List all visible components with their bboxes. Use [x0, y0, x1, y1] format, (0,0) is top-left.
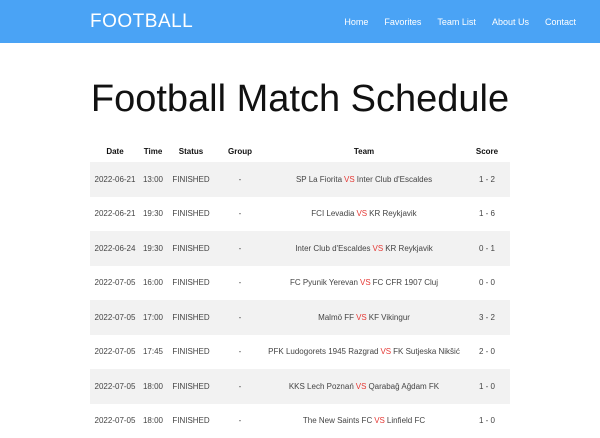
vs-label: VS: [374, 416, 385, 425]
away-team: Linfield FC: [387, 416, 425, 425]
match-status: FINISHED: [166, 162, 216, 197]
match-group: -: [216, 300, 264, 335]
header-date: Date: [90, 140, 140, 162]
match-teams: Inter Club d'EscaldesVSKR Reykjavik: [264, 231, 464, 266]
home-team: FCI Levadia: [311, 209, 354, 218]
table-row[interactable]: 2022-06-2113:00FINISHED-SP La FioritaVSI…: [90, 162, 510, 197]
match-teams: FCI LevadiaVSKR Reykjavik: [264, 197, 464, 232]
vs-label: VS: [344, 175, 355, 184]
vs-label: VS: [373, 244, 384, 253]
match-score: 1 - 0: [464, 369, 510, 404]
match-time: 16:00: [140, 266, 166, 301]
header-group: Group: [216, 140, 264, 162]
brand-logo[interactable]: FOOTBALL: [90, 11, 193, 33]
nav-link-favorites[interactable]: Favorites: [376, 17, 429, 27]
match-status: FINISHED: [166, 369, 216, 404]
nav-link-contact[interactable]: Contact: [537, 17, 584, 27]
match-status: FINISHED: [166, 300, 216, 335]
match-teams: SP La FioritaVSInter Club d'Escaldes: [264, 162, 464, 197]
match-time: 18:00: [140, 369, 166, 404]
table-header-row: Date Time Status Group Team Score: [90, 140, 510, 162]
match-group: -: [216, 335, 264, 370]
match-time: 17:45: [140, 335, 166, 370]
match-status: FINISHED: [166, 197, 216, 232]
away-team: KR Reykjavik: [385, 244, 433, 253]
vs-label: VS: [356, 209, 367, 218]
match-time: 17:00: [140, 300, 166, 335]
match-score: 2 - 0: [464, 335, 510, 370]
away-team: Qarabağ Ağdam FK: [368, 382, 439, 391]
nav-links: Home Favorites Team List About Us Contac…: [336, 17, 584, 27]
table-row[interactable]: 2022-07-0517:45FINISHED-PFK Ludogorets 1…: [90, 335, 510, 370]
home-team: The New Saints FC: [303, 416, 372, 425]
nav-link-team-list[interactable]: Team List: [429, 17, 484, 27]
match-group: -: [216, 162, 264, 197]
vs-label: VS: [380, 347, 391, 356]
home-team: FC Pyunik Yerevan: [290, 278, 358, 287]
home-team: KKS Lech Poznań: [289, 382, 354, 391]
match-teams: PFK Ludogorets 1945 RazgradVSFK Sutjeska…: [264, 335, 464, 370]
match-score: 0 - 0: [464, 266, 510, 301]
match-score: 3 - 2: [464, 300, 510, 335]
header-team: Team: [264, 140, 464, 162]
away-team: KF Vikingur: [369, 313, 410, 322]
match-teams: KKS Lech PoznańVSQarabağ Ağdam FK: [264, 369, 464, 404]
home-team: PFK Ludogorets 1945 Razgrad: [268, 347, 378, 356]
match-date: 2022-06-24: [90, 231, 140, 266]
match-schedule-table: Date Time Status Group Team Score 2022-0…: [90, 140, 510, 438]
match-status: FINISHED: [166, 231, 216, 266]
navbar: FOOTBALL Home Favorites Team List About …: [0, 0, 600, 43]
header-score: Score: [464, 140, 510, 162]
home-team: Malmö FF: [318, 313, 354, 322]
away-team: FC CFR 1907 Cluj: [373, 278, 438, 287]
home-team: SP La Fiorita: [296, 175, 342, 184]
table-row[interactable]: 2022-06-2419:30FINISHED-Inter Club d'Esc…: [90, 231, 510, 266]
nav-link-about-us[interactable]: About Us: [484, 17, 537, 27]
vs-label: VS: [356, 382, 367, 391]
table-body: 2022-06-2113:00FINISHED-SP La FioritaVSI…: [90, 162, 510, 438]
header-status: Status: [166, 140, 216, 162]
match-date: 2022-07-05: [90, 369, 140, 404]
table-row[interactable]: 2022-07-0518:00FINISHED-KKS Lech PoznańV…: [90, 369, 510, 404]
header-time: Time: [140, 140, 166, 162]
match-group: -: [216, 266, 264, 301]
home-team: Inter Club d'Escaldes: [295, 244, 370, 253]
match-score: 1 - 6: [464, 197, 510, 232]
match-time: 13:00: [140, 162, 166, 197]
match-group: -: [216, 197, 264, 232]
vs-label: VS: [360, 278, 371, 287]
match-group: -: [216, 231, 264, 266]
match-teams: FC Pyunik YerevanVSFC CFR 1907 Cluj: [264, 266, 464, 301]
match-score: 0 - 1: [464, 231, 510, 266]
table-row[interactable]: 2022-07-0517:00FINISHED-Malmö FFVSKF Vik…: [90, 300, 510, 335]
table-row[interactable]: 2022-07-0516:00FINISHED-FC Pyunik Yereva…: [90, 266, 510, 301]
vs-label: VS: [356, 313, 367, 322]
match-date: 2022-06-21: [90, 162, 140, 197]
table-row[interactable]: 2022-06-2119:30FINISHED-FCI LevadiaVSKR …: [90, 197, 510, 232]
match-time: 19:30: [140, 231, 166, 266]
match-date: 2022-07-05: [90, 335, 140, 370]
away-team: Inter Club d'Escaldes: [357, 175, 432, 184]
match-teams: Malmö FFVSKF Vikingur: [264, 300, 464, 335]
match-score: 1 - 2: [464, 162, 510, 197]
match-date: 2022-06-21: [90, 197, 140, 232]
match-status: FINISHED: [166, 266, 216, 301]
nav-link-home[interactable]: Home: [336, 17, 376, 27]
away-team: KR Reykjavik: [369, 209, 417, 218]
match-status: FINISHED: [166, 335, 216, 370]
away-team: FK Sutjeska Nikšić: [393, 347, 460, 356]
match-group: -: [216, 369, 264, 404]
match-date: 2022-07-05: [90, 300, 140, 335]
page-title: Football Match Schedule: [0, 76, 600, 122]
match-date: 2022-07-05: [90, 266, 140, 301]
match-time: 19:30: [140, 197, 166, 232]
